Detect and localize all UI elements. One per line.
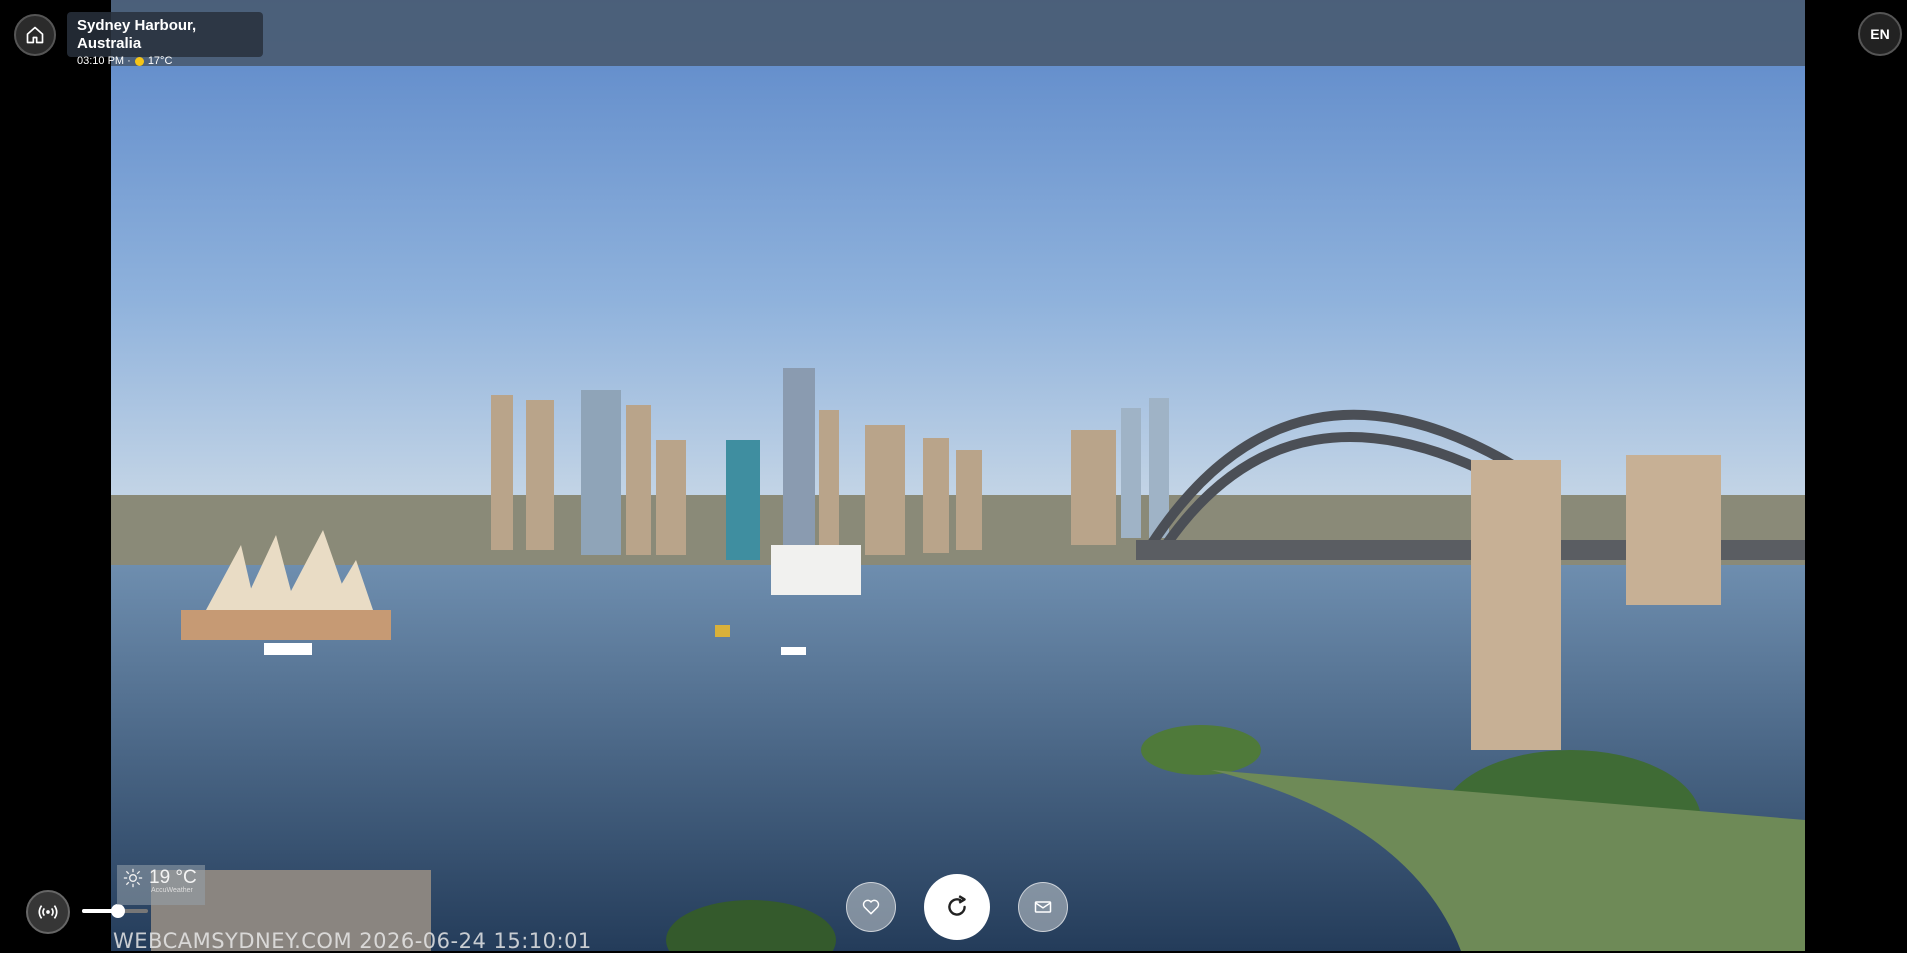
feed-watermark: WEBCAMSYDNEY.COM 2026-06-24 15:10:01 xyxy=(113,929,592,953)
favorite-button[interactable] xyxy=(846,882,896,932)
sun-icon xyxy=(134,56,144,66)
location-card: Sydney Harbour, Australia 03:10 PM · 17°… xyxy=(67,12,263,67)
mail-icon xyxy=(1034,901,1052,913)
feed-top-banner xyxy=(111,0,1805,66)
sun-icon xyxy=(123,868,143,888)
weather-overlay: 19 °C AccuWeather xyxy=(117,865,205,905)
local-temperature: 17°C xyxy=(147,55,173,67)
location-subtitle: 03:10 PM · 17°C xyxy=(77,53,253,69)
harbour-scene-image xyxy=(111,0,1805,951)
weather-provider: AccuWeather xyxy=(151,887,193,894)
home-icon xyxy=(26,26,44,44)
heart-icon xyxy=(862,899,880,915)
live-broadcast-icon xyxy=(38,905,58,919)
share-button[interactable] xyxy=(1018,882,1068,932)
live-button[interactable] xyxy=(26,890,70,934)
webcam-feed xyxy=(111,0,1805,951)
refresh-icon xyxy=(948,895,966,916)
location-title: Sydney Harbour, Australia xyxy=(77,17,197,52)
language-button[interactable]: EN xyxy=(1858,12,1902,56)
volume-slider[interactable] xyxy=(82,904,148,918)
local-time: 03:10 PM · xyxy=(77,55,131,67)
refresh-button[interactable] xyxy=(924,874,990,940)
overlay-temperature: 19 °C xyxy=(149,867,197,888)
home-button[interactable] xyxy=(14,14,56,56)
